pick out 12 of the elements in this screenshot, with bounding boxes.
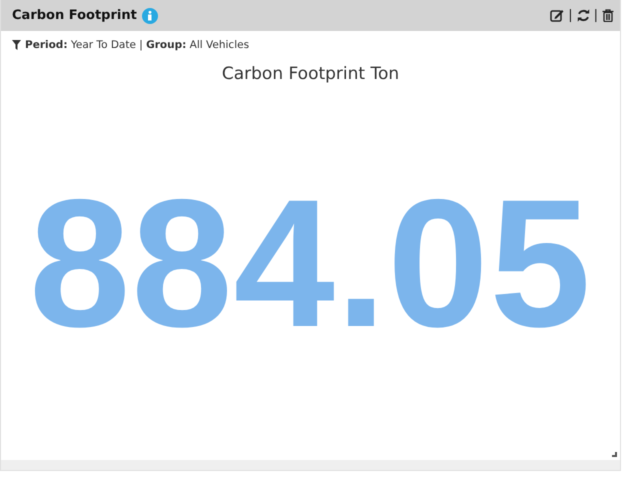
refresh-icon[interactable] xyxy=(576,9,590,22)
info-icon[interactable] xyxy=(142,8,158,24)
trash-icon[interactable] xyxy=(602,9,614,22)
separator: | xyxy=(594,8,598,23)
filter-summary: Period: Year To Date | Group: All Vehicles xyxy=(25,39,250,51)
metric-value: 884.05 xyxy=(29,172,592,354)
chart-title: Carbon Footprint Ton xyxy=(222,64,400,84)
separator: | xyxy=(568,8,573,23)
edit-icon[interactable] xyxy=(550,9,564,22)
widget-title: Carbon Footprint xyxy=(12,8,137,23)
resize-handle-icon[interactable] xyxy=(612,452,617,457)
filter-icon xyxy=(12,40,21,50)
